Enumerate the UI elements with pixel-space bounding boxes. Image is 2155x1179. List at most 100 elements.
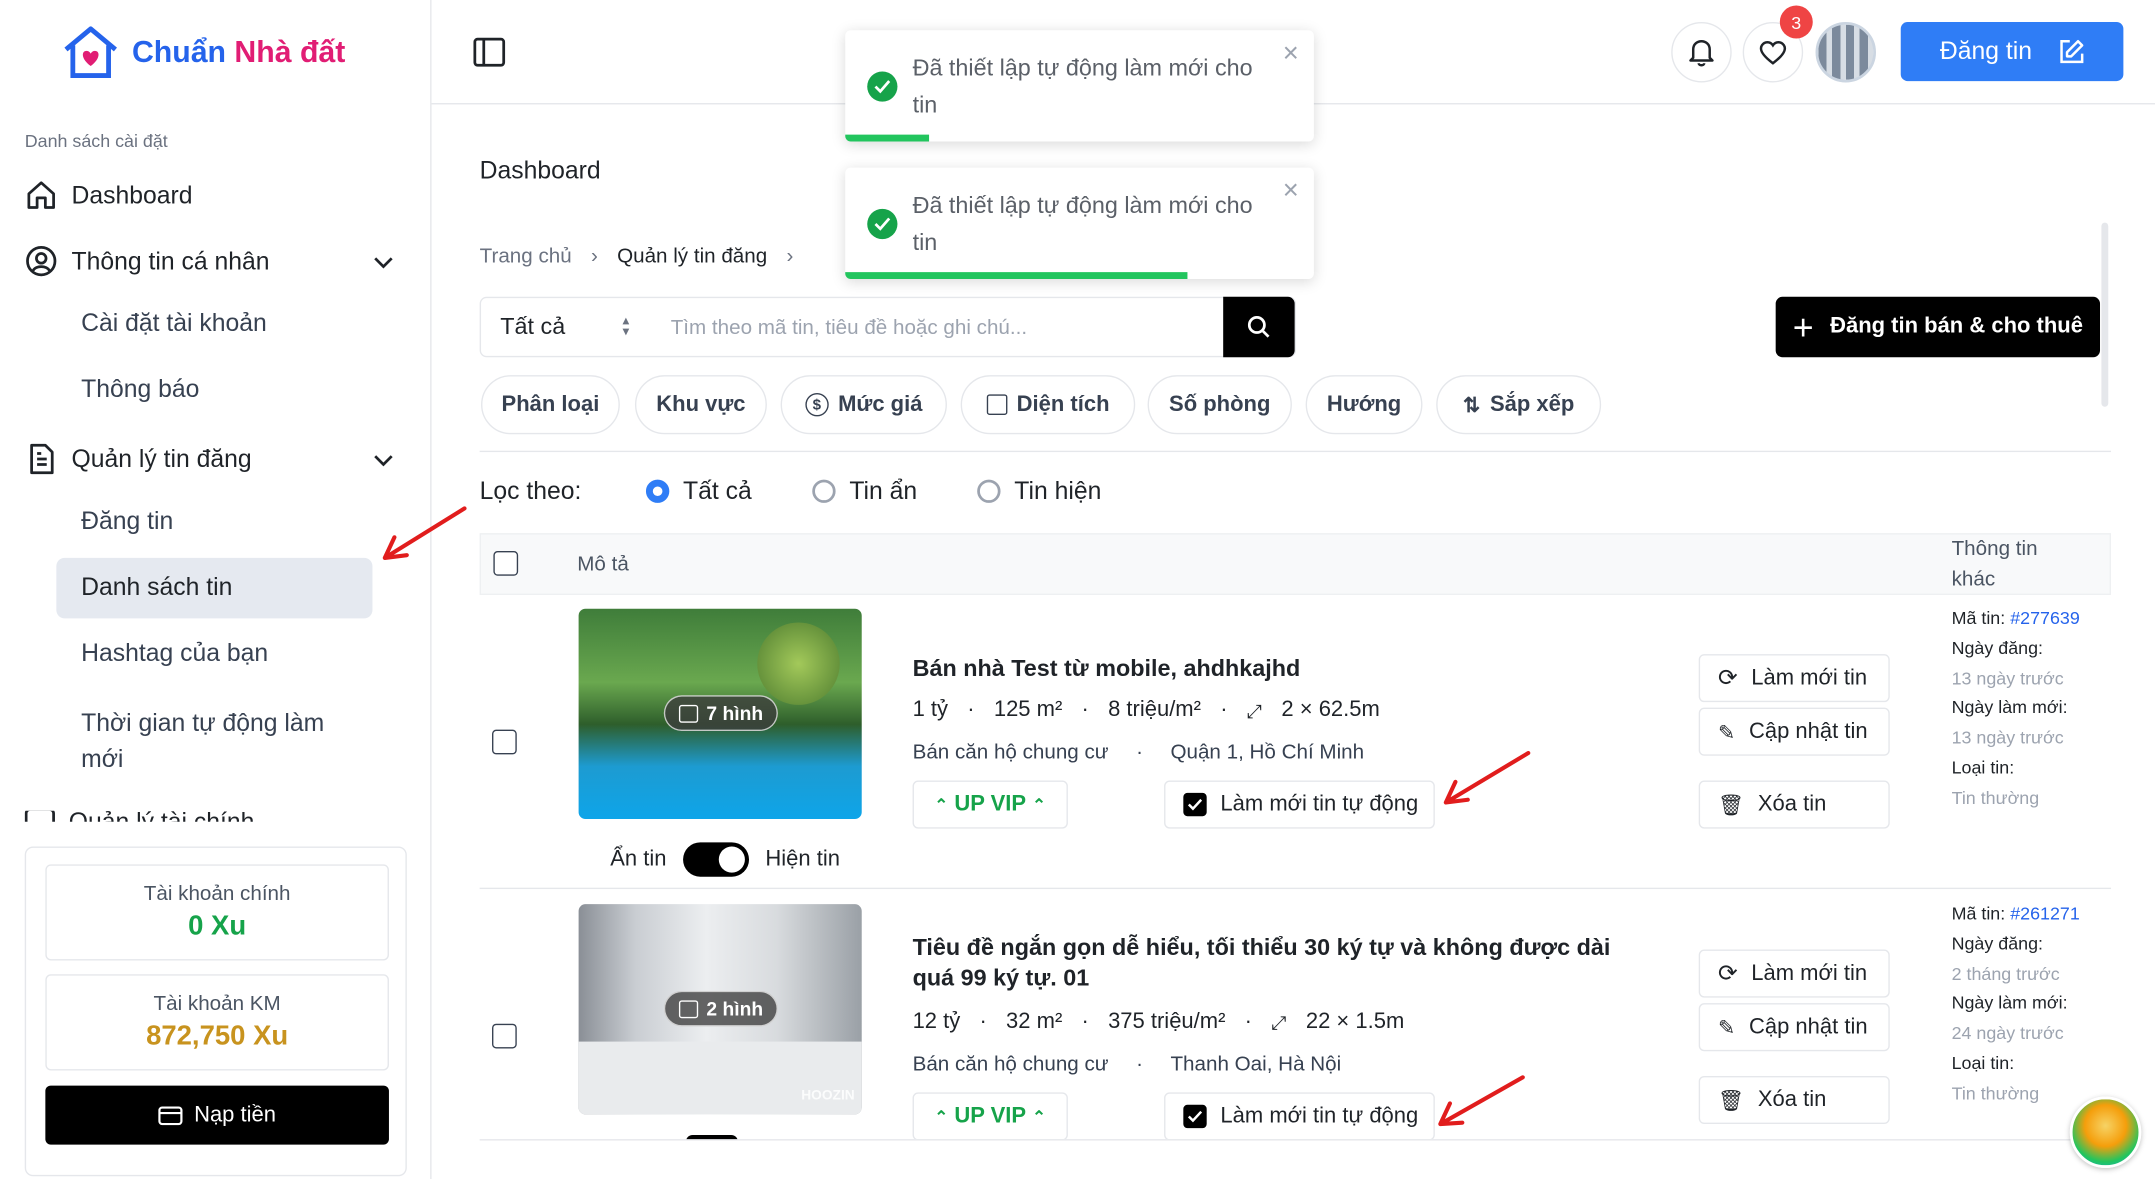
- expand-icon: ⤢: [1271, 1010, 1287, 1033]
- dot-separator: ·: [1244, 1009, 1252, 1034]
- search-input[interactable]: Tìm theo mã tin, tiêu đề hoặc ghi chú...: [654, 315, 1223, 338]
- radio-hidden[interactable]: Tin ẩn: [812, 477, 917, 506]
- refresh-button[interactable]: ⟳ Làm mới tin: [1698, 949, 1890, 998]
- chevron-right-icon: ›: [786, 244, 794, 268]
- header-post-button[interactable]: Đăng tin: [1900, 21, 2124, 82]
- info-refresh: 13 ngày trước: [1951, 727, 2064, 748]
- toast-text: Đã thiết lập tự động làm mới cho tin: [912, 192, 1253, 256]
- sidebar-item-finance-clipped[interactable]: Quản lý tài chính: [24, 810, 410, 822]
- account-panel: Tài khoản chính 0 Xu Tài khoản KM 872,75…: [24, 846, 407, 1177]
- filter-chip-sort[interactable]: ⇅ Sắp xếp: [1436, 375, 1602, 435]
- floating-beach-button[interactable]: [2069, 1096, 2142, 1169]
- col-description: Mô tả: [577, 552, 629, 576]
- dot-separator: ·: [1220, 698, 1228, 722]
- chip-label: Sắp xếp: [1489, 392, 1575, 416]
- listing-unit-price: 8 triệu/m²: [1108, 698, 1201, 722]
- image-foliage: [757, 622, 840, 705]
- row-checkbox[interactable]: [492, 729, 517, 755]
- up-vip-button[interactable]: ⌃ UP VIP ⌃: [912, 780, 1068, 829]
- image-count-pill: 7 hình: [663, 695, 779, 732]
- annotation-arrow: [382, 506, 467, 560]
- status-select[interactable]: Tất cả ▴ ▾: [481, 313, 654, 340]
- search-bar: Tất cả ▴ ▾ Tìm theo mã tin, tiêu đề hoặc …: [479, 296, 1297, 358]
- create-listing-button[interactable]: + Đăng tin bán & cho thuê: [1775, 296, 2101, 358]
- row-checkbox[interactable]: [492, 1023, 517, 1049]
- chip-label: Mức giá: [838, 392, 923, 416]
- listing-thumbnail[interactable]: 2 hình HOOZIN: [578, 904, 862, 1115]
- filter-chip-rooms[interactable]: Số phòng: [1147, 375, 1292, 435]
- house-heart-icon: [64, 26, 117, 78]
- notification-button[interactable]: [1671, 21, 1732, 83]
- listing-unit-price: 375 triệu/m²: [1108, 1009, 1226, 1034]
- chip-label: Khu vực: [656, 392, 746, 416]
- logo-text-1: Chuẩn: [131, 34, 227, 69]
- auto-refresh-checkbox[interactable]: Làm mới tin tự động: [1164, 1092, 1435, 1140]
- visibility-toggle[interactable]: [682, 842, 749, 877]
- info-type: Tin thường: [1951, 787, 2040, 808]
- wallet-icon: [24, 810, 55, 822]
- sidebar-item-auto-refresh[interactable]: Thời gian tự động làm mới: [81, 705, 356, 776]
- refresh-button[interactable]: ⟳ Làm mới tin: [1698, 654, 1890, 703]
- radio-visible[interactable]: Tin hiện: [977, 477, 1101, 506]
- resize-icon: [986, 394, 1008, 415]
- breadcrumb-home[interactable]: Trang chủ: [480, 245, 572, 268]
- filter-label: Lọc theo:: [479, 476, 582, 505]
- double-chevron-up-icon: ⌃: [934, 1106, 949, 1127]
- status-select-value: Tất cả: [500, 313, 566, 340]
- update-button[interactable]: ✎ Cập nhật tin: [1698, 1003, 1890, 1052]
- action-label: Cập nhật tin: [1748, 719, 1868, 743]
- visibility-toggle[interactable]: [685, 1135, 739, 1140]
- avatar[interactable]: [1815, 21, 1877, 83]
- filter-chip-direction[interactable]: Hướng: [1305, 375, 1423, 435]
- info-refresh-label: Ngày làm mới:: [1951, 697, 2068, 718]
- filter-chip-category[interactable]: Phân loại: [481, 375, 620, 435]
- update-button[interactable]: ✎ Cập nhật tin: [1698, 707, 1890, 756]
- sidebar-item-dashboard[interactable]: Dashboard: [25, 179, 192, 212]
- sidebar-item-account-settings[interactable]: Cài đặt tài khoản: [81, 309, 267, 338]
- breadcrumb-listings[interactable]: Quản lý tin đăng: [617, 245, 767, 268]
- search-button[interactable]: [1223, 296, 1295, 358]
- delete-button[interactable]: 🗑 Xóa tin: [1698, 1075, 1890, 1125]
- chevron-down-icon[interactable]: [371, 448, 396, 473]
- table-header: Mô tả Thông tin khác: [479, 533, 2112, 595]
- scrollbar[interactable]: [2101, 222, 2109, 407]
- filter-chip-price[interactable]: $ Mức giá: [780, 375, 947, 435]
- listing-id-link[interactable]: #261271: [2010, 903, 2080, 924]
- sidebar-item-hashtag[interactable]: Hashtag của bạn: [81, 639, 268, 668]
- checked-icon: [1183, 792, 1207, 817]
- image-count-pill: 2 hình: [663, 990, 779, 1027]
- logo[interactable]: Chuẩn Nhà đất: [60, 25, 345, 80]
- listing-size: 2 × 62.5m: [1281, 698, 1380, 722]
- filter-chip-area[interactable]: Khu vực: [634, 375, 767, 435]
- radio-all[interactable]: Tất cả: [645, 476, 752, 506]
- action-label: Xóa tin: [1757, 792, 1827, 816]
- sidebar-item-profile[interactable]: Thông tin cá nhân: [25, 245, 270, 278]
- info-posted: 13 ngày trước: [1951, 667, 2064, 688]
- card-icon: [158, 1105, 183, 1125]
- promo-account-value: 872,750 Xu: [146, 1020, 289, 1052]
- select-all-checkbox[interactable]: [493, 551, 519, 576]
- close-icon[interactable]: ×: [1283, 38, 1299, 70]
- listing-id-link[interactable]: #277639: [2010, 607, 2080, 628]
- sidebar-item-label: Quản lý tin đăng: [71, 444, 252, 473]
- auto-refresh-checkbox[interactable]: Làm mới tin tự động: [1164, 780, 1435, 829]
- chevron-down-icon[interactable]: [371, 250, 396, 275]
- sidebar-item-post[interactable]: Đăng tin: [81, 507, 173, 536]
- sidebar-toggle-icon[interactable]: [473, 37, 506, 67]
- refresh-icon: ⟳: [1717, 664, 1738, 691]
- listing-title[interactable]: Tiêu đề ngắn gọn dễ hiểu, tối thiểu 30 k…: [913, 933, 1655, 993]
- close-icon[interactable]: ×: [1283, 176, 1299, 208]
- listing-thumbnail[interactable]: 7 hình: [578, 608, 862, 819]
- listing-title[interactable]: Bán nhà Test từ mobile, ahdhkajhd: [913, 654, 1655, 684]
- sidebar-item-listing-list[interactable]: Danh sách tin: [81, 573, 232, 602]
- sidebar-item-listings[interactable]: Quản lý tin đăng: [25, 442, 252, 475]
- delete-button[interactable]: 🗑 Xóa tin: [1698, 780, 1890, 829]
- topup-button[interactable]: Nạp tiền: [45, 1085, 389, 1145]
- double-chevron-up-icon: ⌃: [1032, 794, 1047, 815]
- sidebar-item-notifications[interactable]: Thông báo: [81, 375, 199, 404]
- up-vip-button[interactable]: ⌃ UP VIP ⌃: [912, 1092, 1068, 1140]
- filter-chip-size[interactable]: Diện tích: [960, 375, 1136, 435]
- check-circle-icon: [867, 71, 898, 102]
- radio-label: Tất cả: [683, 476, 752, 505]
- dot-separator: ·: [1081, 1009, 1089, 1034]
